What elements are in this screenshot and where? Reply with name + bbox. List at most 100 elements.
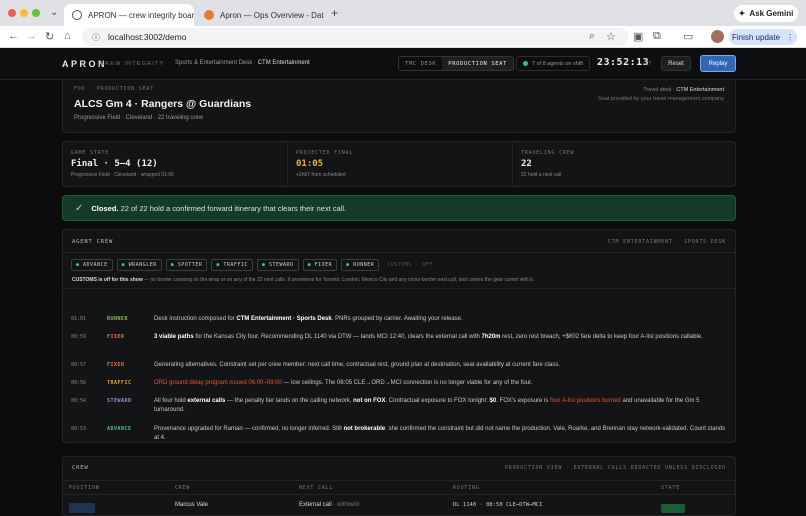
clock: 23:52:13 [597, 57, 650, 68]
bookmark-star-icon[interactable]: ☆ [606, 30, 616, 43]
event-title: ALCS Gm 4 · Rangers @ Guardians [74, 98, 252, 110]
replay-button[interactable]: Replay [700, 55, 736, 72]
site-info-icon[interactable]: ⓘ [92, 32, 100, 43]
chip-wrangler[interactable]: ● WRANGLER [116, 259, 162, 271]
section-title: CREW [72, 465, 89, 471]
log-agent: FIXER [107, 362, 125, 368]
routing: DL 1140 · 08:50 CLE→DTW→MCI [453, 502, 543, 508]
log-message: ORD ground delay program issued 06:00–09… [154, 380, 533, 386]
chip-spotter[interactable]: ● SPOTTER [165, 259, 208, 271]
ask-gemini-button[interactable]: ✦ Ask Gemini [734, 5, 798, 22]
log-time: 00:59 [71, 334, 87, 340]
zoom-icon[interactable]: ⌕ [589, 30, 595, 43]
forward-icon[interactable]: → [26, 30, 37, 42]
browser-tab-apron[interactable]: APRON — crew integrity boar ✕ [64, 4, 194, 26]
next-call: External call · withheld [299, 502, 360, 508]
travel-desk-label: Travel desk · CTM Entertainment [643, 87, 724, 93]
maximize-window-icon[interactable] [32, 9, 40, 17]
table-row[interactable]: Marcus Vale External call · withheld DL … [63, 495, 735, 515]
crew-name: Marcus Vale [175, 502, 208, 508]
globe-icon [72, 10, 82, 20]
url-text: localhost:3002/demo [108, 32, 187, 42]
online-dot-icon [523, 61, 528, 66]
col-crew[interactable]: CREW [175, 485, 190, 491]
log-time: 00:56 [71, 380, 87, 386]
event-subtitle: Progressive Field · Cleveland · 22 trave… [74, 115, 204, 121]
log-message: Provenance upgraded for Raman — confirme… [154, 426, 726, 439]
home-icon[interactable]: ⌂ [64, 30, 71, 42]
profile-avatar[interactable] [711, 30, 724, 43]
stat-game-state: GAME STATE Final · 5–4 (12) Progressive … [71, 150, 174, 178]
back-icon[interactable]: ← [8, 30, 19, 42]
col-position[interactable]: POSITION [69, 485, 99, 491]
stat-sub: +2h07 from scheduled [296, 172, 346, 178]
section-meta: CTM ENTERTAINMENT · SPORTS DESK [607, 239, 726, 245]
col-next-call[interactable]: NEXT CALL [299, 485, 333, 491]
shift-status: 7 of 8 agents on shift [516, 56, 591, 71]
crew-panel: CREW PRODUCTION VIEW · EXTERNAL CALLS RE… [62, 456, 736, 516]
log-time: 00:53 [71, 426, 87, 432]
app-logo-subtitle: CREW INTEGRITY [100, 61, 165, 67]
more-vert-icon: ⋮ [786, 32, 795, 42]
position-badge [69, 503, 95, 513]
agent-chips: ● ADVANCE ● WRANGLER ● SPOTTER ● TRAFFIC… [71, 259, 437, 271]
section-meta: PRODUCTION VIEW · EXTERNAL CALLS REDACTE… [505, 465, 726, 471]
tab-production-seat[interactable]: PRODUCTION SEAT [442, 57, 513, 70]
log-time: 00:57 [71, 362, 87, 368]
desk-breadcrumb: Sports & Entertainment Desk · CTM Entert… [175, 60, 310, 66]
browser-tab-ops[interactable]: Apron — Ops Overview - Dat ✕ [196, 4, 326, 26]
tab-title: Apron — Ops Overview - Dat [220, 10, 324, 20]
section-title: AGENT CREW [72, 239, 114, 245]
tab-search-chevron-icon[interactable]: ⌄ [50, 7, 58, 18]
log-message: 3 viable paths for the Kansas City four.… [154, 334, 703, 340]
log-row: 00:53 ADVANCE Provenance upgraded for Rama… [71, 425, 731, 439]
stat-value: Final · 5–4 (12) [71, 159, 158, 169]
log-agent: FIXER [107, 334, 125, 340]
close-window-icon[interactable] [8, 9, 16, 17]
browser-toolbar: ← → ↻ ⌂ ⓘ localhost:3002/demo ⌕ ☆ ▣ ⧉ ▭ … [0, 26, 806, 48]
log-agent: TRAFFIC [107, 380, 132, 386]
chip-steward[interactable]: ● STEWARD [256, 259, 299, 271]
chip-customs-off[interactable]: CUSTOMS · OFF [383, 259, 437, 271]
cast-icon[interactable]: ▭ [683, 30, 693, 43]
col-state[interactable]: STATE [661, 485, 680, 491]
mode-toggle: TMC DESK PRODUCTION SEAT [398, 56, 514, 71]
chip-fixer[interactable]: ● FIXER [302, 259, 338, 271]
finish-update-button[interactable]: Finish update ⋮ [729, 29, 797, 45]
log-message: Generating alternatives. Constraint set … [154, 362, 560, 368]
apron-favicon-icon [204, 10, 214, 20]
minimize-window-icon[interactable] [20, 9, 28, 17]
tab-tmc-desk[interactable]: TMC DESK [399, 57, 442, 70]
log-time: 00:54 [71, 398, 87, 404]
col-routing[interactable]: ROUTING [453, 485, 480, 491]
event-card: FOX · PRODUCTION SEAT ALCS Gm 4 · Ranger… [62, 80, 736, 133]
log-message: All four hold external calls — the penal… [154, 398, 700, 413]
chip-advance[interactable]: ● ADVANCE [71, 259, 113, 271]
timezone: ET [645, 61, 652, 67]
stat-value: 01:05 [296, 159, 324, 169]
log-agent: STEWARD [107, 398, 132, 404]
chip-runner[interactable]: ● RUNNER [341, 259, 380, 271]
state-badge [661, 504, 685, 513]
log-row: 00:57 FIXER Generating alternatives. Const… [71, 361, 731, 379]
address-bar[interactable]: ⓘ localhost:3002/demo [82, 28, 628, 46]
extension-icon[interactable]: ▣ [633, 30, 643, 43]
log-message: Desk instruction composed for CTM Entert… [154, 316, 463, 322]
stat-sub: Progressive Field · Cleveland · wrapped … [71, 172, 174, 178]
new-tab-icon[interactable]: + [331, 6, 338, 20]
reload-icon[interactable]: ↻ [45, 30, 54, 43]
customs-note: CUSTOMS is off for this show — no border… [72, 277, 534, 283]
puzzle-icon[interactable]: ⧉ [653, 30, 661, 43]
log-row: 00:54 STEWARD All four hold external calls… [71, 397, 731, 415]
stat-value: 22 [521, 159, 532, 169]
seat-note: Seat provided by your travel management … [598, 96, 724, 102]
closed-banner: ✓ Closed. 22 of 22 hold a confirmed forw… [62, 195, 736, 221]
chip-traffic[interactable]: ● TRAFFIC [211, 259, 253, 271]
browser-tab-strip: ⌄ APRON — crew integrity boar ✕ Apron — … [0, 0, 806, 26]
reset-button[interactable]: Reset [661, 56, 691, 71]
stat-sub: 22 hold a next call [521, 172, 562, 178]
log-row: 00:59 FIXER 3 viable paths for the Kansas … [71, 333, 731, 351]
check-icon: ✓ [75, 202, 84, 214]
log-row: 01:01 RUNNER Desk instruction composed for… [71, 315, 731, 333]
tab-title: APRON — crew integrity boar [88, 10, 194, 20]
